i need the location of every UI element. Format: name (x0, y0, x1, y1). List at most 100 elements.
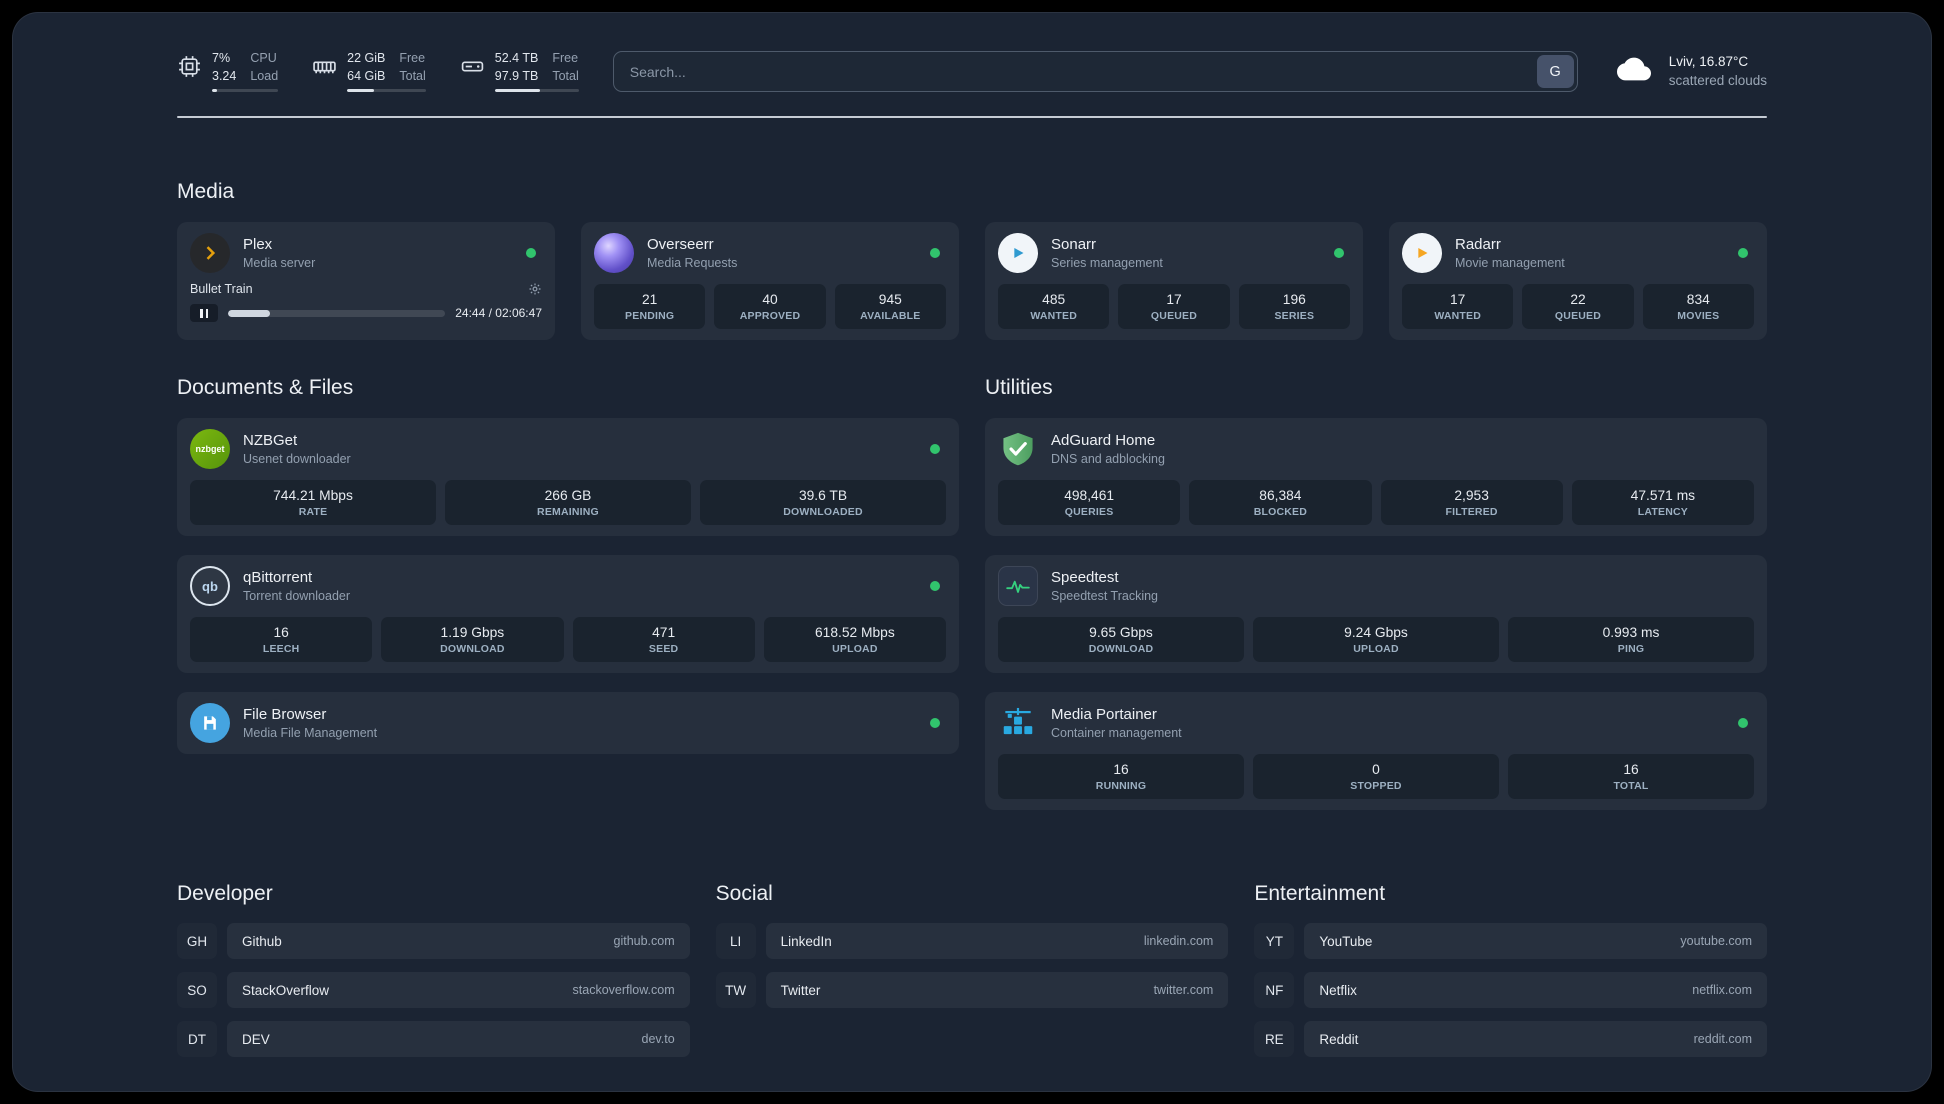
radarr-icon (1402, 233, 1442, 273)
memory-total-label: Total (399, 68, 426, 83)
stat-label: WANTED (1434, 310, 1482, 322)
stat-upload: 618.52 Mbps UPLOAD (763, 617, 946, 662)
portainer-card: Media Portainer Container management 16 … (985, 692, 1767, 810)
stat-downloaded: 39.6 TB DOWNLOADED (700, 480, 946, 525)
stat-value: 47.571 ms (1630, 488, 1696, 503)
plex-icon (190, 233, 230, 273)
overseerr-service-link[interactable]: Overseerr Media Requests (594, 233, 946, 273)
radarr-card: Radarr Movie management 17 WANTED 22 QUE… (1389, 222, 1767, 340)
bookmark-url: reddit.com (1693, 1032, 1752, 1046)
stat-label: QUEUED (1554, 310, 1602, 322)
search-engine-button[interactable]: G (1536, 55, 1574, 88)
status-dot (930, 718, 940, 728)
playback-progress-bar[interactable] (228, 309, 446, 317)
stat-label: FILTERED (1445, 506, 1498, 518)
stat-value: 471 (652, 625, 676, 640)
stat-label: TOTAL (1613, 780, 1649, 792)
nzbget-service-link[interactable]: nzbget NZBGet Usenet downloader (190, 429, 946, 469)
bookmark-stackoverflow[interactable]: SO StackOverflow stackoverflow.com (177, 972, 690, 1008)
service-name: NZBGet (243, 432, 298, 449)
stat-movies: 834 MOVIES (1642, 284, 1754, 329)
bookmark-github[interactable]: GH Github github.com (177, 923, 690, 959)
bookmark-name: LinkedIn (780, 933, 832, 949)
stat-label: REMAINING (537, 506, 599, 518)
disk-total-value: 97.9 TB (494, 68, 539, 83)
filebrowser-service-link[interactable]: File Browser Media File Management (190, 703, 946, 743)
bookmark-name: Github (242, 933, 282, 949)
bookmark-url: youtube.com (1680, 934, 1752, 948)
weather-location: Lviv, 16.87°C (1668, 54, 1749, 70)
disk-total-label: Total (552, 68, 579, 83)
search-bar: G (612, 51, 1578, 92)
service-desc: DNS and adblocking (1051, 452, 1165, 466)
bookmark-abbr: TW (716, 972, 756, 1008)
speedtest-service-link[interactable]: Speedtest Speedtest Tracking (998, 566, 1754, 606)
portainer-service-link[interactable]: Media Portainer Container management (998, 703, 1754, 743)
stat-value: 39.6 TB (798, 488, 848, 503)
section-title-media: Media (177, 180, 235, 203)
stat-remaining: 266 GB REMAINING (445, 480, 691, 525)
service-desc: Speedtest Tracking (1051, 589, 1159, 603)
search-input[interactable] (616, 63, 1537, 80)
stat-pending: 21 PENDING (594, 284, 706, 329)
stat-running: 16 RUNNING (998, 754, 1244, 799)
bookmark-url: github.com (613, 934, 675, 948)
stat-label: QUERIES (1064, 506, 1114, 518)
stat-series: 196 SERIES (1238, 284, 1350, 329)
bookmark-abbr: RE (1254, 1021, 1294, 1057)
entertainment-bookmarks: Entertainment YT YouTube youtube.com NF … (1254, 882, 1767, 1057)
bookmark-abbr: LI (716, 923, 756, 959)
weather-widget: Lviv, 16.87°C scattered clouds (1612, 52, 1767, 91)
stat-value: 17 (1166, 292, 1182, 307)
stat-label: MOVIES (1677, 310, 1720, 322)
stat-value: 618.52 Mbps (814, 625, 895, 640)
service-name: Speedtest (1051, 569, 1119, 586)
stat-value: 16 (273, 625, 289, 640)
stat-label: APPROVED (739, 310, 801, 322)
stat-value: 22 (1570, 292, 1586, 307)
service-name: Sonarr (1051, 236, 1097, 253)
topbar-divider (177, 116, 1767, 118)
bookmark-youtube[interactable]: YT YouTube youtube.com (1254, 923, 1767, 959)
stat-value: 1.19 Gbps (440, 625, 505, 640)
bookmark-twitter[interactable]: TW Twitter twitter.com (716, 972, 1229, 1008)
service-name: File Browser (243, 706, 327, 723)
stat-value: 498,461 (1064, 488, 1115, 503)
service-name: Media Portainer (1051, 706, 1157, 723)
bookmark-netflix[interactable]: NF Netflix netflix.com (1254, 972, 1767, 1008)
portainer-icon (998, 703, 1038, 743)
cpu-load-label: Load (250, 68, 279, 83)
stat-value: 86,384 (1259, 488, 1302, 503)
bookmark-dev[interactable]: DT DEV dev.to (177, 1021, 690, 1057)
service-desc: Series management (1051, 256, 1163, 270)
qbittorrent-icon: qb (190, 566, 230, 606)
gear-icon[interactable] (528, 282, 542, 296)
bookmark-reddit[interactable]: RE Reddit reddit.com (1254, 1021, 1767, 1057)
stat-queued: 22 QUEUED (1522, 284, 1634, 329)
utilities-column: Utilities AdGuard Home DNS and adblockin… (985, 376, 1767, 810)
radarr-service-link[interactable]: Radarr Movie management (1402, 233, 1754, 273)
stat-value: 9.65 Gbps (1089, 625, 1153, 640)
stat-value: 9.24 Gbps (1344, 625, 1408, 640)
service-name: Overseerr (647, 236, 714, 253)
pause-button[interactable] (190, 304, 218, 322)
adguard-service-link[interactable]: AdGuard Home DNS and adblocking (998, 429, 1754, 469)
nzbget-icon-text: nzbget (195, 444, 225, 454)
stat-value: 40 (762, 292, 778, 307)
stat-label: UPLOAD (1353, 643, 1399, 655)
plex-service-link[interactable]: Plex Media server (190, 233, 542, 273)
stat-label: UPLOAD (832, 643, 878, 655)
nzbget-icon: nzbget (190, 429, 230, 469)
stat-stopped: 0 STOPPED (1253, 754, 1499, 799)
stat-seed: 471 SEED (572, 617, 755, 662)
filebrowser-icon (190, 703, 230, 743)
bookmark-linkedin[interactable]: LI LinkedIn linkedin.com (716, 923, 1229, 959)
qbittorrent-service-link[interactable]: qb qBittorrent Torrent downloader (190, 566, 946, 606)
sonarr-service-link[interactable]: Sonarr Series management (998, 233, 1350, 273)
bookmark-url: netflix.com (1692, 983, 1752, 997)
stat-queries: 498,461 QUERIES (998, 480, 1181, 525)
memory-usage-bar (347, 88, 426, 92)
memory-free-label: Free (399, 51, 426, 66)
developer-bookmarks: Developer GH Github github.com SO StackO… (177, 882, 690, 1057)
disk-free-value: 52.4 TB (494, 51, 539, 66)
